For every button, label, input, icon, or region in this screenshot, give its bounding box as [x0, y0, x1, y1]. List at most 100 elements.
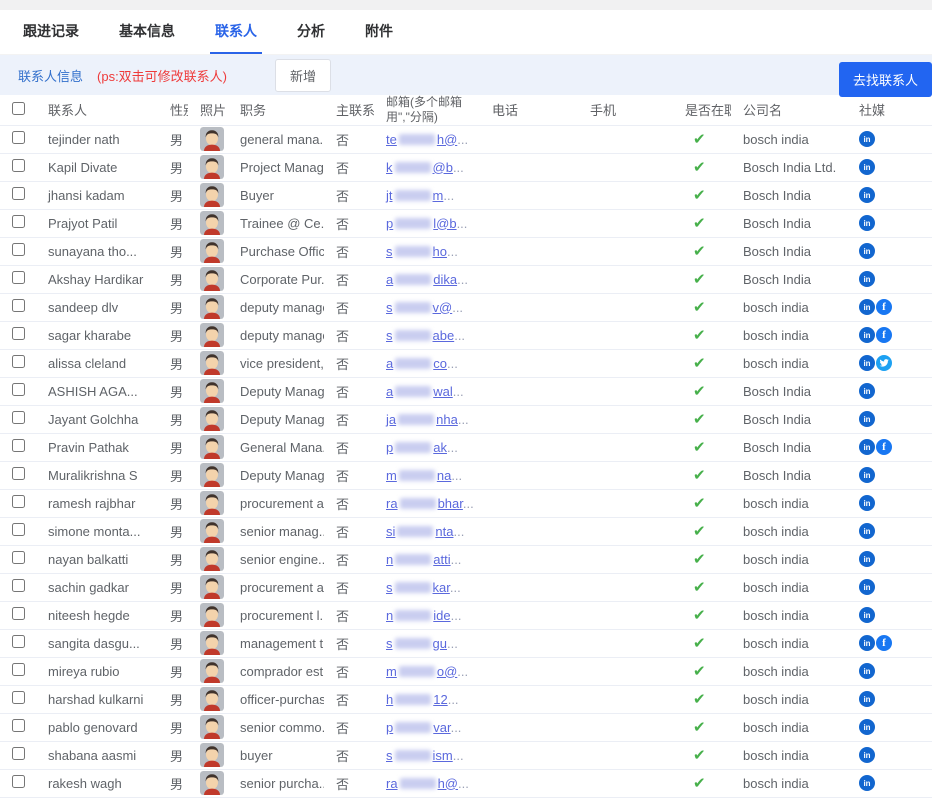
row-checkbox[interactable]	[12, 439, 25, 452]
row-checkbox[interactable]	[12, 383, 25, 396]
email-link[interactable]: h12	[386, 692, 448, 707]
tab-attachments[interactable]: 附件	[360, 10, 398, 54]
row-checkbox[interactable]	[12, 467, 25, 480]
table-row[interactable]: Prajyot Patil 男 Trainee @ Ce... 否 pl@b..…	[0, 209, 932, 237]
email-link[interactable]: pvar	[386, 720, 451, 735]
linkedin-icon[interactable]: in	[859, 467, 875, 483]
email-link[interactable]: teh@	[386, 132, 457, 147]
linkedin-icon[interactable]: in	[859, 243, 875, 259]
linkedin-icon[interactable]: in	[859, 327, 875, 343]
row-checkbox[interactable]	[12, 355, 25, 368]
table-row[interactable]: pablo genovard 男 senior commo... 否 pvar.…	[0, 713, 932, 741]
table-row[interactable]: mireya rubio 男 comprador est... 否 mo@...…	[0, 657, 932, 685]
linkedin-icon[interactable]: in	[859, 439, 875, 455]
linkedin-icon[interactable]: in	[859, 747, 875, 763]
linkedin-icon[interactable]: in	[859, 215, 875, 231]
table-row[interactable]: niteesh hegde 男 procurement l... 否 nide.…	[0, 601, 932, 629]
email-link[interactable]: k@b	[386, 160, 453, 175]
tab-basic-info[interactable]: 基本信息	[114, 10, 180, 54]
row-checkbox[interactable]	[12, 719, 25, 732]
linkedin-icon[interactable]: in	[859, 495, 875, 511]
table-row[interactable]: sunayana tho... 男 Purchase Officer 否 sho…	[0, 237, 932, 265]
facebook-icon[interactable]: f	[876, 299, 892, 315]
table-row[interactable]: sangita dasgu... 男 management t... 否 sgu…	[0, 629, 932, 657]
linkedin-icon[interactable]: in	[859, 355, 875, 371]
row-checkbox[interactable]	[12, 495, 25, 508]
tab-analysis[interactable]: 分析	[292, 10, 330, 54]
table-row[interactable]: ASHISH AGA... 男 Deputy Manager 否 awal...…	[0, 377, 932, 405]
table-row[interactable]: nayan balkatti 男 senior engine... 否 natt…	[0, 545, 932, 573]
linkedin-icon[interactable]: in	[859, 159, 875, 175]
row-checkbox[interactable]	[12, 271, 25, 284]
add-contact-button[interactable]: 新增	[275, 59, 331, 92]
row-checkbox[interactable]	[12, 411, 25, 424]
table-row[interactable]: jhansi kadam 男 Buyer 否 jtm... ✔ Bosch In…	[0, 181, 932, 209]
linkedin-icon[interactable]: in	[859, 635, 875, 651]
row-checkbox[interactable]	[12, 607, 25, 620]
email-link[interactable]: sabe	[386, 328, 454, 343]
email-link[interactable]: mna	[386, 468, 451, 483]
row-checkbox[interactable]	[12, 551, 25, 564]
table-row[interactable]: harshad kulkarni 男 officer-purchase 否 h1…	[0, 685, 932, 713]
row-checkbox[interactable]	[12, 579, 25, 592]
row-checkbox[interactable]	[12, 523, 25, 536]
linkedin-icon[interactable]: in	[859, 187, 875, 203]
linkedin-icon[interactable]: in	[859, 551, 875, 567]
email-link[interactable]: sgu	[386, 636, 447, 651]
table-row[interactable]: Kapil Divate 男 Project Manag... 否 k@b...…	[0, 153, 932, 181]
twitter-icon[interactable]	[876, 355, 892, 371]
row-checkbox[interactable]	[12, 215, 25, 228]
row-checkbox[interactable]	[12, 243, 25, 256]
email-link[interactable]: sism	[386, 748, 453, 763]
email-link[interactable]: skar	[386, 580, 450, 595]
row-checkbox[interactable]	[12, 299, 25, 312]
linkedin-icon[interactable]: in	[859, 523, 875, 539]
email-link[interactable]: pl@b	[386, 216, 457, 231]
linkedin-icon[interactable]: in	[859, 131, 875, 147]
row-checkbox[interactable]	[12, 747, 25, 760]
table-row[interactable]: sandeep dlv 男 deputy manager 否 sv@... ✔ …	[0, 293, 932, 321]
email-link[interactable]: aco	[386, 356, 447, 371]
table-row[interactable]: shabana aasmi 男 buyer 否 sism... ✔ bosch …	[0, 741, 932, 769]
row-checkbox[interactable]	[12, 691, 25, 704]
table-row[interactable]: tejinder nath 男 general mana... 否 teh@..…	[0, 125, 932, 153]
table-row[interactable]: Pravin Pathak 男 General Mana... 否 pak...…	[0, 433, 932, 461]
row-checkbox[interactable]	[12, 663, 25, 676]
table-row[interactable]: ramesh rajbhar 男 procurement a... 否 rabh…	[0, 489, 932, 517]
row-checkbox[interactable]	[12, 635, 25, 648]
email-link[interactable]: natti	[386, 552, 451, 567]
email-link[interactable]: jtm	[386, 188, 443, 203]
row-checkbox[interactable]	[12, 131, 25, 144]
find-contacts-button[interactable]: 去找联系人	[839, 62, 932, 97]
table-row[interactable]: alissa cleland 男 vice president,... 否 ac…	[0, 349, 932, 377]
linkedin-icon[interactable]: in	[859, 663, 875, 679]
table-row[interactable]: Akshay Hardikar 男 Corporate Pur... 否 adi…	[0, 265, 932, 293]
facebook-icon[interactable]: f	[876, 635, 892, 651]
email-link[interactable]: adika	[386, 272, 457, 287]
table-row[interactable]: Jayant Golchha 男 Deputy Manager 否 janha.…	[0, 405, 932, 433]
facebook-icon[interactable]: f	[876, 439, 892, 455]
select-all-checkbox[interactable]	[12, 102, 25, 115]
row-checkbox[interactable]	[12, 775, 25, 788]
linkedin-icon[interactable]: in	[859, 775, 875, 791]
email-link[interactable]: sho	[386, 244, 447, 259]
email-link[interactable]: janha	[386, 412, 458, 427]
linkedin-icon[interactable]: in	[859, 299, 875, 315]
row-checkbox[interactable]	[12, 159, 25, 172]
table-row[interactable]: Muralikrishna S 男 Deputy Manager 否 mna..…	[0, 461, 932, 489]
facebook-icon[interactable]: f	[876, 327, 892, 343]
linkedin-icon[interactable]: in	[859, 607, 875, 623]
table-row[interactable]: simone monta... 男 senior manag... 否 sint…	[0, 517, 932, 545]
tab-follow-up-records[interactable]: 跟进记录	[18, 10, 84, 54]
row-checkbox[interactable]	[12, 187, 25, 200]
linkedin-icon[interactable]: in	[859, 383, 875, 399]
table-row[interactable]: sagar kharabe 男 deputy manager 否 sabe...…	[0, 321, 932, 349]
linkedin-icon[interactable]: in	[859, 411, 875, 427]
email-link[interactable]: rah@	[386, 776, 458, 791]
table-row[interactable]: sachin gadkar 男 procurement a... 否 skar.…	[0, 573, 932, 601]
linkedin-icon[interactable]: in	[859, 271, 875, 287]
linkedin-icon[interactable]: in	[859, 579, 875, 595]
email-link[interactable]: rabhar	[386, 496, 463, 511]
email-link[interactable]: mo@	[386, 664, 457, 679]
email-link[interactable]: sv@	[386, 300, 452, 315]
